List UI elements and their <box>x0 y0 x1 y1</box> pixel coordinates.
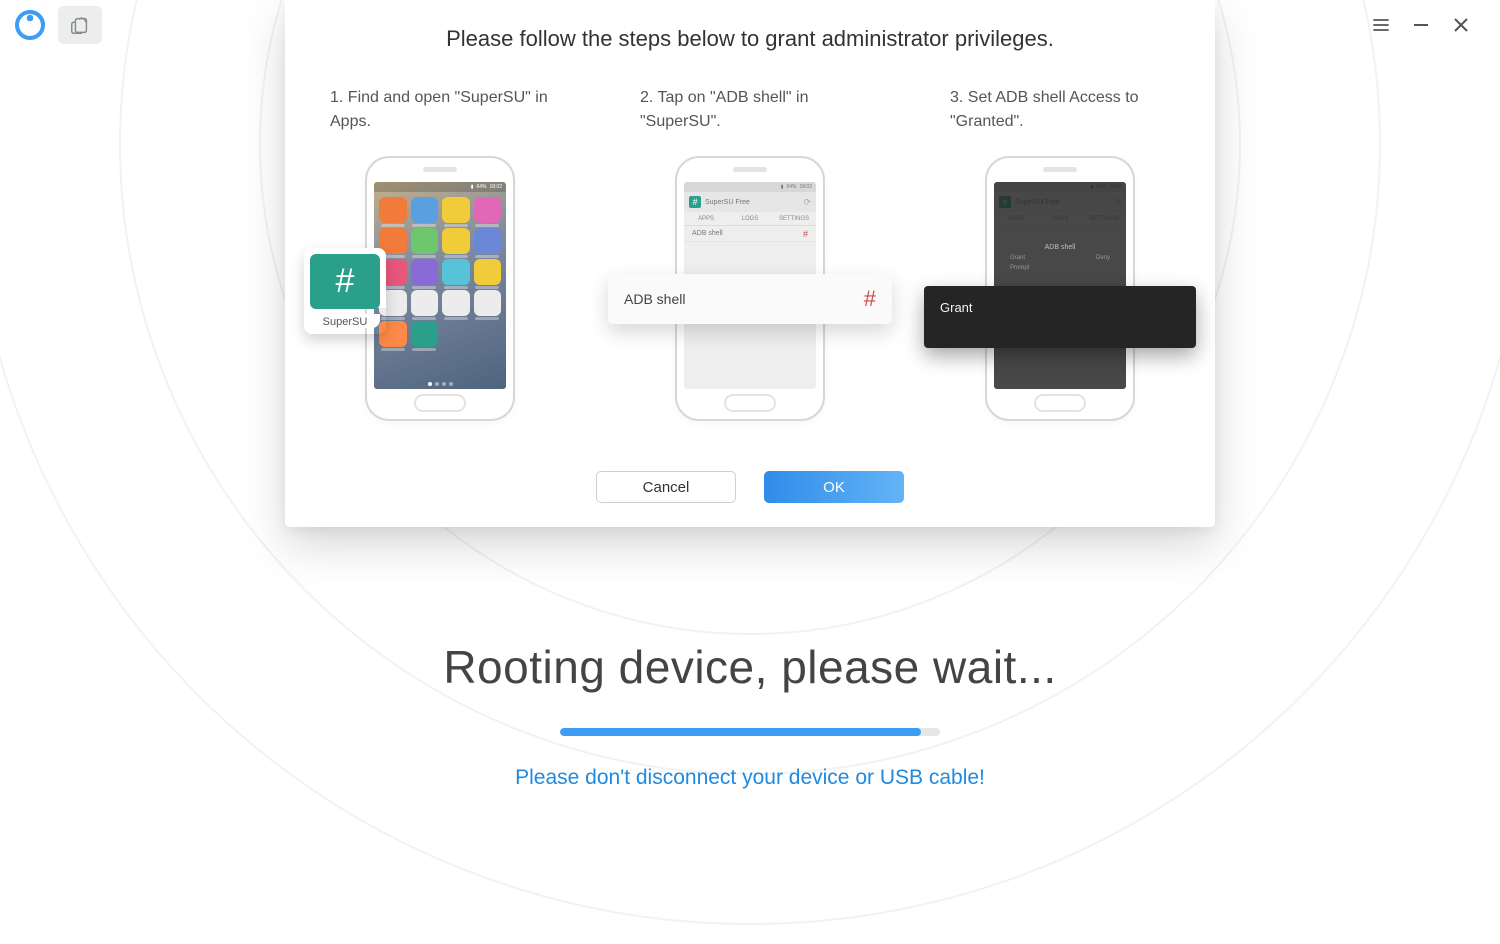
app-icon <box>474 290 502 316</box>
step-3: 3. Set ADB shell Access to "Granted". ▮6… <box>950 86 1170 421</box>
phone-1-statusbar: ▮64%18:02 <box>374 182 506 192</box>
phone-3-overlay-list: ADB shell Grant Deny Prompt <box>1004 240 1116 273</box>
step-1-text: 1. Find and open "SuperSU" in Apps. <box>330 86 550 136</box>
phone-2-app-header: # SuperSU Free ⟳ <box>684 192 816 212</box>
cancel-button[interactable]: Cancel <box>596 471 736 503</box>
close-icon[interactable] <box>1450 14 1472 36</box>
hash-icon: # <box>689 196 701 208</box>
app-icon-supersu <box>411 321 439 347</box>
status-area: Rooting device, please wait... Please do… <box>0 640 1500 790</box>
refresh-icon: ⟳ <box>803 197 811 208</box>
app-icon <box>474 228 502 254</box>
supersu-label: SuperSU <box>310 314 380 328</box>
app-icon <box>474 197 502 223</box>
grant-label: Grant <box>940 300 973 315</box>
step-3-text: 3. Set ADB shell Access to "Granted". <box>950 86 1170 136</box>
app-icon <box>379 197 407 223</box>
ok-button[interactable]: OK <box>764 471 904 503</box>
step-2-text: 2. Tap on "ADB shell" in "SuperSU". <box>640 86 860 136</box>
adb-shell-card: ADB shell # <box>608 274 892 324</box>
grant-card: Grant <box>924 286 1196 348</box>
phone-mockup-1: ▮64%18:02 <box>365 156 515 421</box>
phone-2-statusbar: ▮64%18:02 <box>684 182 816 192</box>
progress-bar <box>560 728 940 736</box>
step-2: 2. Tap on "ADB shell" in "SuperSU". ▮64%… <box>640 86 860 421</box>
phone-2-row: ADB shell # <box>684 226 816 242</box>
app-icon <box>411 259 439 285</box>
supersu-hash-icon: # <box>310 254 380 309</box>
app-logo-icon <box>10 5 50 45</box>
phone-1-screen: ▮64%18:02 <box>374 182 506 389</box>
status-warning: Please don't disconnect your device or U… <box>515 766 985 790</box>
privileges-modal: Please follow the steps below to grant a… <box>285 0 1215 527</box>
adb-shell-label: ADB shell <box>624 291 685 307</box>
app-icon <box>442 290 470 316</box>
menu-icon[interactable] <box>1370 14 1392 36</box>
phone-2-tabs: APPS LOGS SETTINGS <box>684 212 816 226</box>
app-icon <box>474 259 502 285</box>
app-icon <box>411 290 439 316</box>
progress-fill <box>560 728 921 736</box>
clipboard-button[interactable] <box>58 6 102 44</box>
step-1: 1. Find and open "SuperSU" in Apps. ▮64%… <box>330 86 550 421</box>
status-title: Rooting device, please wait... <box>443 640 1056 694</box>
modal-buttons: Cancel OK <box>285 445 1215 503</box>
app-icon <box>442 197 470 223</box>
titlebar <box>0 0 1500 50</box>
hash-icon: # <box>864 286 876 312</box>
app-icon <box>411 197 439 223</box>
app-icon <box>442 259 470 285</box>
minimize-icon[interactable] <box>1410 14 1432 36</box>
supersu-callout: # SuperSU <box>304 248 386 334</box>
app-icon <box>442 228 470 254</box>
app-icon <box>411 228 439 254</box>
